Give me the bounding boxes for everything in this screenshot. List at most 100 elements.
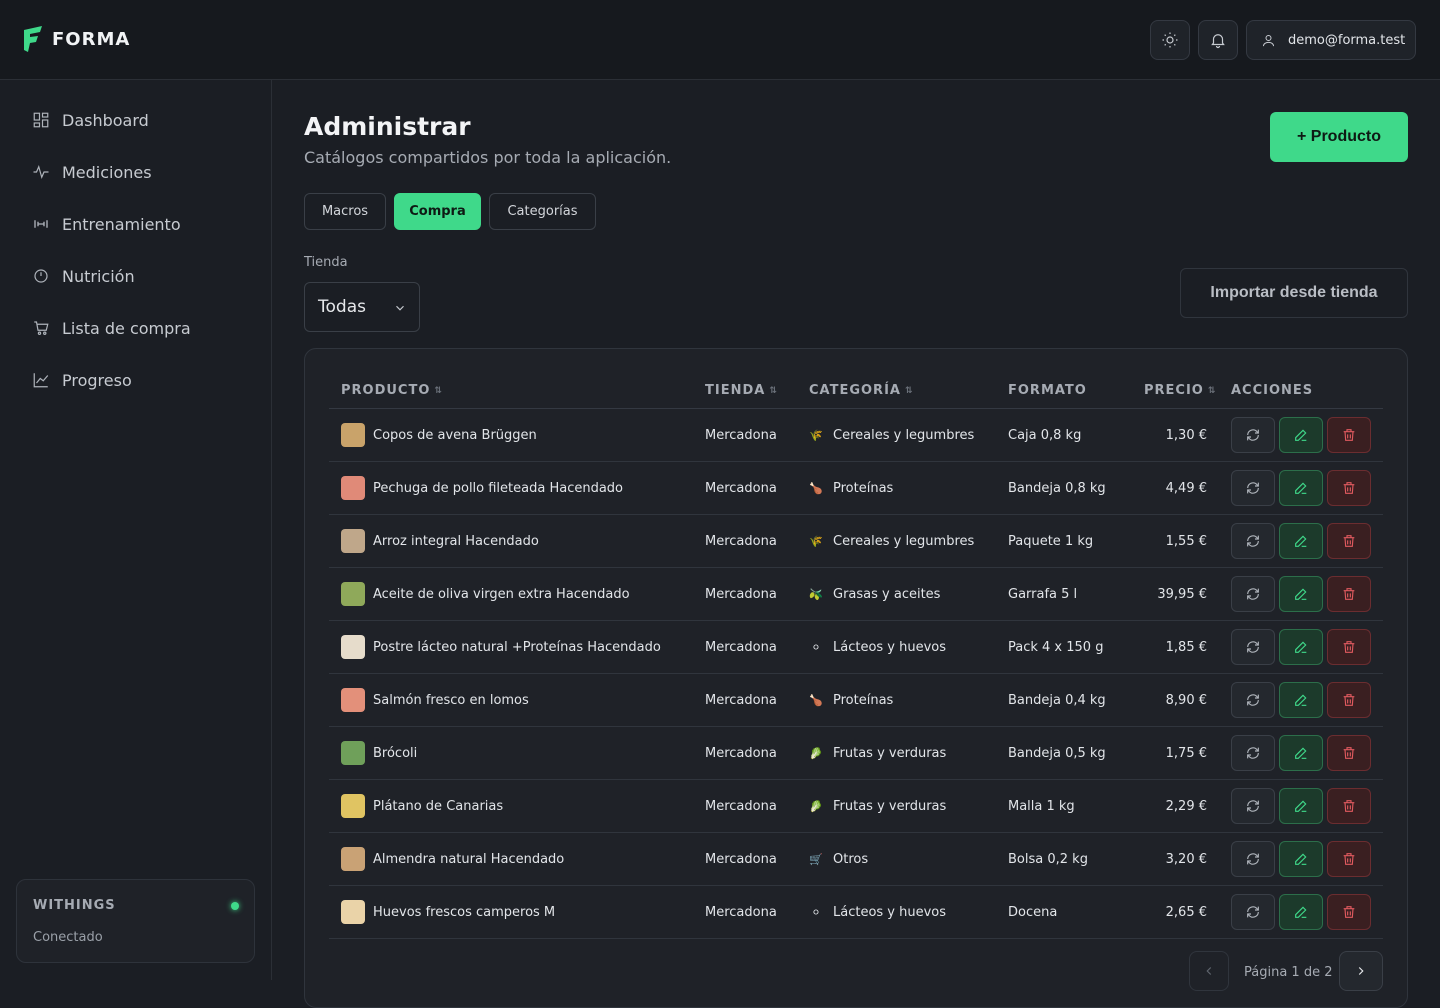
product-price: 2,65 € bbox=[1165, 904, 1207, 920]
sidebar-item-dashboard[interactable]: Dashboard bbox=[16, 98, 256, 142]
category-icon: 🌾 bbox=[809, 428, 823, 442]
delete-product-button[interactable] bbox=[1327, 682, 1371, 718]
delete-product-button[interactable] bbox=[1327, 523, 1371, 559]
trash-icon bbox=[1341, 480, 1357, 496]
table-row: Pechuga de pollo fileteada Hacendado Merc… bbox=[329, 462, 1383, 515]
edit-product-button[interactable] bbox=[1279, 788, 1323, 824]
app-logo[interactable]: FORMA bbox=[22, 24, 130, 54]
delete-product-button[interactable] bbox=[1327, 735, 1371, 771]
page-subtitle: Catálogos compartidos por toda la aplica… bbox=[304, 148, 672, 167]
category-icon: ⚪ bbox=[811, 640, 821, 654]
sort-icon: ⇅ bbox=[769, 385, 778, 396]
sync-product-button[interactable] bbox=[1231, 682, 1275, 718]
sidebar-item-progreso[interactable]: Progreso bbox=[16, 358, 256, 402]
theme-toggle-button[interactable] bbox=[1150, 20, 1190, 60]
delete-product-button[interactable] bbox=[1327, 788, 1371, 824]
sidebar-item-mediciones[interactable]: Mediciones bbox=[16, 150, 256, 194]
import-from-store-button[interactable]: Importar desde tienda bbox=[1180, 268, 1408, 318]
app-name: FORMA bbox=[52, 28, 131, 50]
delete-product-button[interactable] bbox=[1327, 894, 1371, 930]
category-cell: 🌾 Cereales y legumbres bbox=[809, 409, 974, 461]
sync-product-button[interactable] bbox=[1231, 470, 1275, 506]
category-name: Otros bbox=[833, 851, 869, 867]
edit-product-button[interactable] bbox=[1279, 470, 1323, 506]
edit-product-button[interactable] bbox=[1279, 629, 1323, 665]
dashboard-icon bbox=[33, 112, 49, 128]
column-header-price[interactable]: PRECIO ⇅ bbox=[1144, 383, 1216, 398]
sync-product-button[interactable] bbox=[1231, 576, 1275, 612]
product-color-swatch bbox=[341, 688, 365, 712]
delete-product-button[interactable] bbox=[1327, 841, 1371, 877]
refresh-icon bbox=[1245, 533, 1261, 549]
column-header-store[interactable]: TIENDA ⇅ bbox=[705, 383, 778, 398]
product-price: 8,90 € bbox=[1165, 692, 1207, 708]
sidebar-item-lista-de-compra[interactable]: Lista de compra bbox=[16, 306, 256, 350]
pencil-icon bbox=[1293, 798, 1309, 814]
tab-compra[interactable]: Compra bbox=[394, 193, 481, 230]
sidebar-item-entrenamiento[interactable]: Entrenamiento bbox=[16, 202, 256, 246]
withings-status-card[interactable]: WITHINGS Conectado bbox=[16, 879, 255, 963]
refresh-icon bbox=[1245, 798, 1261, 814]
edit-product-button[interactable] bbox=[1279, 841, 1323, 877]
add-product-button[interactable]: + Producto bbox=[1270, 112, 1408, 162]
product-color-swatch bbox=[341, 476, 365, 500]
sidebar-item-label: Nutrición bbox=[62, 266, 135, 286]
table-row: Aceite de oliva virgen extra Hacendado Me… bbox=[329, 568, 1383, 621]
product-name: Postre lácteo natural +Proteínas Hacenda… bbox=[373, 639, 661, 655]
user-menu-button[interactable]: demo@forma.test bbox=[1246, 20, 1416, 60]
pencil-icon bbox=[1293, 851, 1309, 867]
column-header-product[interactable]: PRODUCTO ⇅ bbox=[341, 383, 443, 398]
sidebar-item-nutricion[interactable]: Nutrición bbox=[16, 254, 256, 298]
next-page-button[interactable] bbox=[1339, 951, 1383, 991]
delete-product-button[interactable] bbox=[1327, 629, 1371, 665]
category-name: Lácteos y huevos bbox=[833, 904, 947, 920]
main-content: Administrar Catálogos compartidos por to… bbox=[272, 80, 1440, 1008]
delete-product-button[interactable] bbox=[1327, 576, 1371, 612]
sync-product-button[interactable] bbox=[1231, 788, 1275, 824]
notifications-button[interactable] bbox=[1198, 20, 1238, 60]
sync-product-button[interactable] bbox=[1231, 841, 1275, 877]
table-row: Plátano de Canarias Mercadona 🥬 Frutas y ve… bbox=[329, 780, 1383, 833]
delete-product-button[interactable] bbox=[1327, 417, 1371, 453]
category-name: Grasas y aceites bbox=[833, 586, 941, 602]
sync-product-button[interactable] bbox=[1231, 523, 1275, 559]
category-cell: 🍗 Proteínas bbox=[809, 462, 893, 514]
sync-product-button[interactable] bbox=[1231, 417, 1275, 453]
edit-product-button[interactable] bbox=[1279, 523, 1323, 559]
refresh-icon bbox=[1245, 904, 1261, 920]
column-header-label: TIENDA bbox=[705, 383, 766, 398]
sync-product-button[interactable] bbox=[1231, 894, 1275, 930]
tab-categorias[interactable]: Categorías bbox=[489, 193, 596, 230]
edit-product-button[interactable] bbox=[1279, 682, 1323, 718]
edit-product-button[interactable] bbox=[1279, 735, 1323, 771]
sort-icon: ⇅ bbox=[904, 385, 914, 396]
category-icon: 🫒 bbox=[809, 587, 823, 601]
store-name: Mercadona bbox=[705, 851, 777, 867]
sync-product-button[interactable] bbox=[1231, 735, 1275, 771]
product-price: 39,95 € bbox=[1157, 586, 1207, 602]
tab-macros[interactable]: Macros bbox=[304, 193, 386, 230]
refresh-icon bbox=[1245, 639, 1261, 655]
store-name: Mercadona bbox=[705, 480, 777, 496]
product-format: Malla 1 kg bbox=[1008, 798, 1075, 814]
store-name: Mercadona bbox=[705, 533, 777, 549]
chevron-left-icon bbox=[1206, 967, 1212, 975]
delete-product-button[interactable] bbox=[1327, 470, 1371, 506]
product-color-swatch bbox=[341, 423, 365, 447]
previous-page-button[interactable] bbox=[1189, 951, 1229, 991]
category-cell: ⚪ Lácteos y huevos bbox=[809, 886, 946, 938]
edit-product-button[interactable] bbox=[1279, 576, 1323, 612]
store-select[interactable]: Todas bbox=[304, 282, 420, 332]
column-header-label: ACCIONES bbox=[1231, 383, 1314, 398]
column-header-actions: ACCIONES bbox=[1231, 383, 1313, 398]
sync-product-button[interactable] bbox=[1231, 629, 1275, 665]
edit-product-button[interactable] bbox=[1279, 894, 1323, 930]
edit-product-button[interactable] bbox=[1279, 417, 1323, 453]
sidebar: Dashboard Mediciones Entrenamiento Nutri… bbox=[0, 80, 272, 980]
dumbbell-icon bbox=[34, 220, 48, 228]
sidebar-item-label: Entrenamiento bbox=[62, 214, 181, 234]
category-cell: 🌾 Cereales y legumbres bbox=[809, 515, 974, 567]
pencil-icon bbox=[1293, 904, 1309, 920]
product-color-swatch bbox=[341, 582, 365, 606]
column-header-category[interactable]: CATEGORÍA ⇅ bbox=[809, 383, 914, 398]
